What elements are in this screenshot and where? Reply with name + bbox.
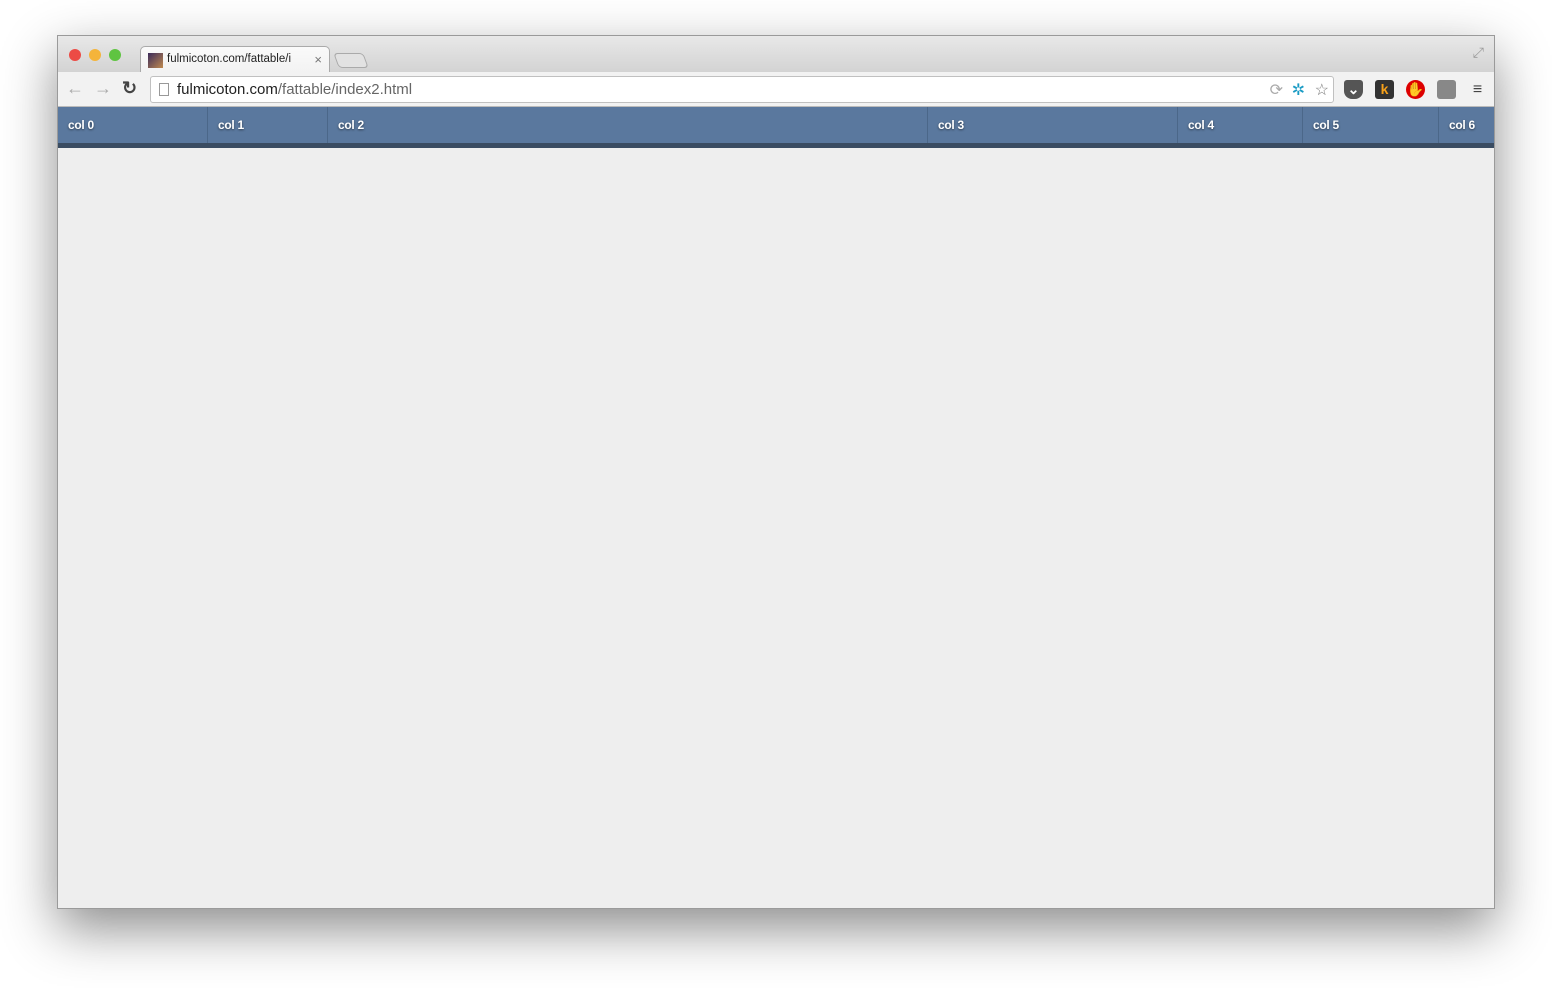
- address-bar[interactable]: fulmicoton.com/fattable/index2.html ⟳ ✲ …: [150, 76, 1334, 103]
- toolbar: ← → ↻ fulmicoton.com/fattable/index2.htm…: [58, 72, 1494, 107]
- tab-title: fulmicoton.com/fattable/i: [167, 53, 292, 65]
- pocket-icon[interactable]: ⌄: [1344, 80, 1363, 99]
- forward-icon[interactable]: →: [94, 78, 112, 99]
- zoom-window-button[interactable]: [109, 49, 121, 61]
- reload-icon[interactable]: ↻: [122, 78, 137, 99]
- close-window-button[interactable]: [69, 49, 81, 61]
- favicon-icon: [148, 53, 163, 68]
- close-tab-icon[interactable]: ×: [314, 52, 322, 67]
- column-header[interactable]: col 4: [1178, 107, 1303, 143]
- browser-window: fulmicoton.com/fattable/i × ⤢ ← → ↻ fulm…: [57, 35, 1495, 909]
- browser-tab[interactable]: fulmicoton.com/fattable/i ×: [140, 46, 330, 73]
- column-header[interactable]: col 2: [328, 107, 928, 143]
- k-icon[interactable]: k: [1375, 80, 1394, 99]
- column-header[interactable]: col 3: [928, 107, 1178, 143]
- new-tab-button[interactable]: [333, 53, 369, 68]
- url-path: /fattable/index2.html: [277, 81, 413, 98]
- column-header[interactable]: col 5: [1303, 107, 1439, 143]
- column-header[interactable]: col 0: [58, 107, 208, 143]
- adblock-icon[interactable]: ✋: [1406, 80, 1425, 99]
- bookmark-star-icon[interactable]: ☆: [1315, 80, 1329, 100]
- minimize-window-button[interactable]: [89, 49, 101, 61]
- page-icon: [159, 83, 169, 96]
- table-header: col 0 col 1 col 2 col 3 col 4 col 5 col …: [58, 107, 1494, 148]
- column-header[interactable]: col 6: [1439, 107, 1494, 143]
- menu-icon[interactable]: ≡: [1468, 80, 1487, 99]
- back-icon[interactable]: ←: [66, 78, 84, 99]
- column-header[interactable]: col 1: [208, 107, 328, 143]
- ghostery-icon[interactable]: [1437, 80, 1456, 99]
- network-ext-icon[interactable]: ✲: [1292, 80, 1305, 100]
- refresh-ext-icon[interactable]: ⟳: [1270, 80, 1283, 100]
- fullscreen-icon[interactable]: ⤢: [1473, 44, 1484, 61]
- title-bar: fulmicoton.com/fattable/i × ⤢: [58, 36, 1494, 73]
- url-host: fulmicoton.com: [177, 81, 278, 98]
